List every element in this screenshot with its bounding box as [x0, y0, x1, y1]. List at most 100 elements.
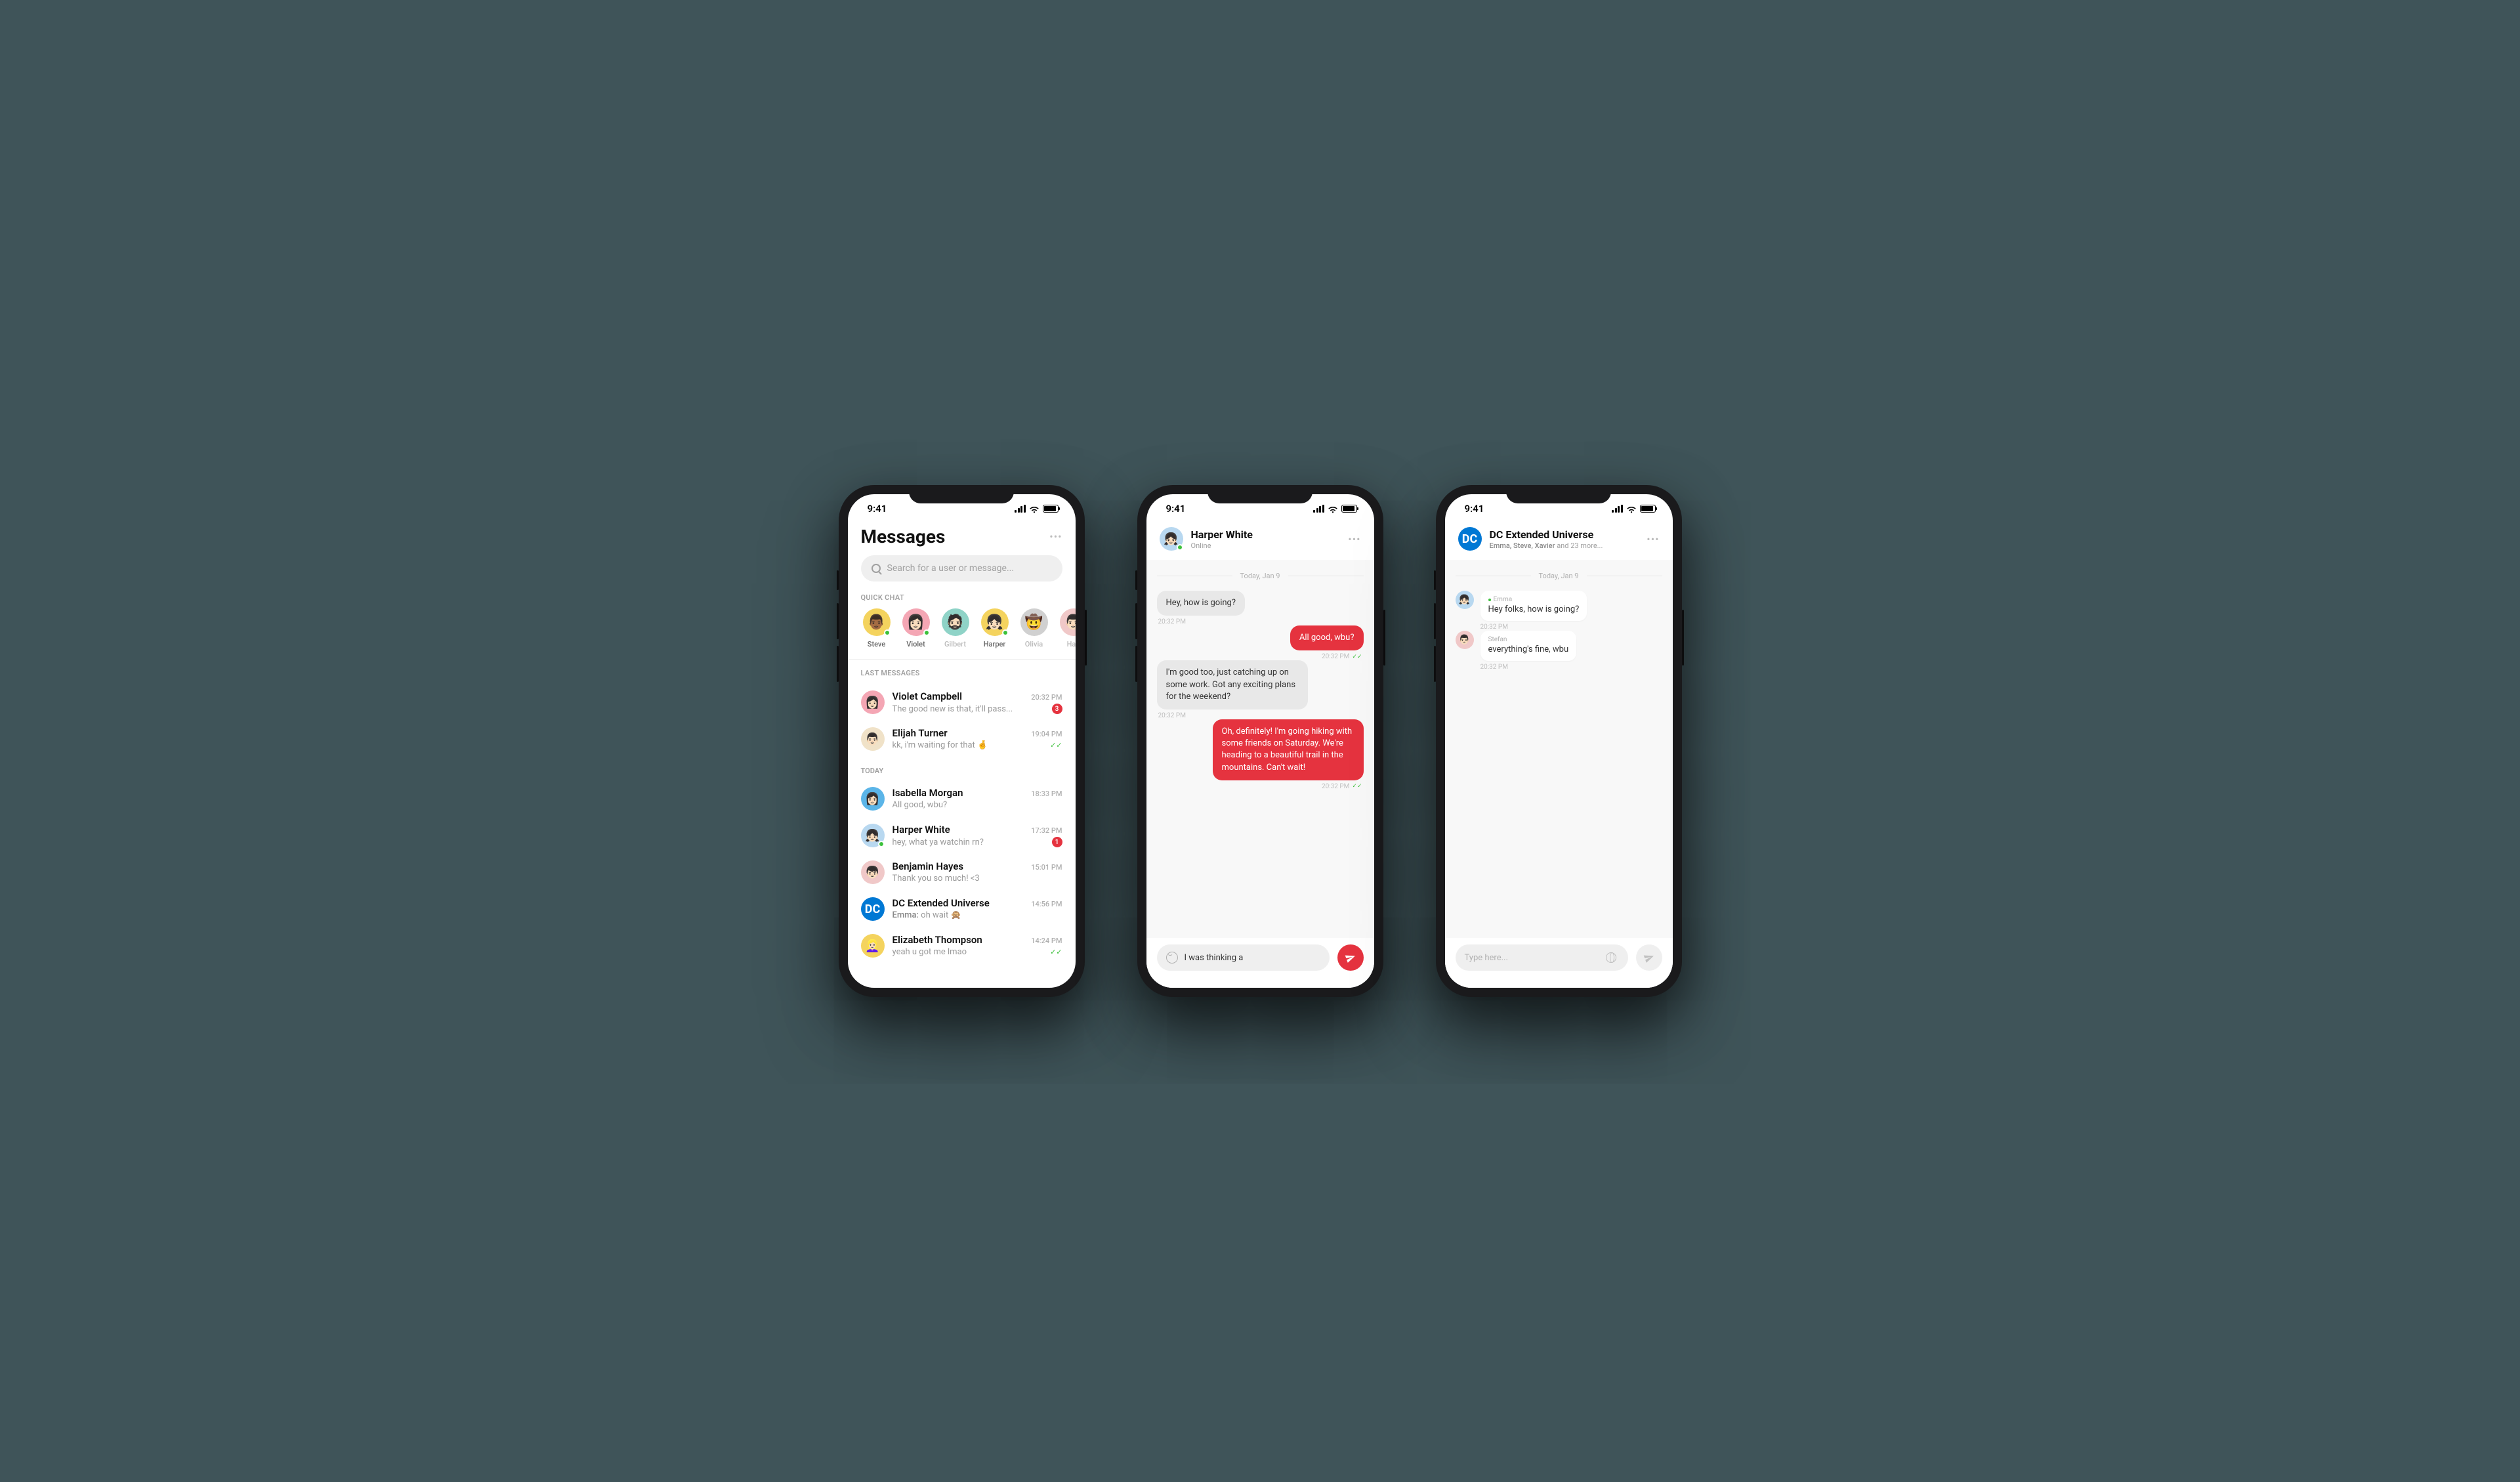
wifi-icon [1626, 505, 1637, 513]
emoji-icon[interactable] [1166, 952, 1178, 963]
presence-indicator [878, 841, 885, 847]
avatar: 👧🏻 [1456, 591, 1474, 609]
divider [848, 659, 1076, 660]
conversation-time: 20:32 PM [1031, 693, 1062, 702]
conversation-preview: kk, i'm waiting for that 🤞 [892, 740, 988, 750]
presence-indicator [923, 629, 930, 636]
quick-chat-item[interactable]: 👧🏻 Harper [979, 608, 1011, 648]
read-checkmark-icon: ✓✓ [1352, 783, 1362, 790]
status-time: 9:41 [1166, 503, 1186, 515]
group-message-row: 👧🏻 Emma Hey folks, how is going? 20:32 P… [1456, 591, 1662, 631]
signal-icon [1015, 505, 1026, 513]
conversation-row[interactable]: 👧🏻 Harper White17:32 PM hey, what ya wat… [848, 817, 1076, 854]
read-checkmark-icon: ✓✓ [1050, 948, 1062, 956]
message-input[interactable]: I was thinking a [1157, 944, 1330, 971]
input-bar: Type here... [1445, 938, 1673, 988]
chat-title: DC Extended Universe [1490, 528, 1639, 541]
search-input[interactable]: Search for a user or message... [861, 555, 1062, 582]
message-bubble[interactable]: Stefan everything's fine, wbu [1480, 631, 1577, 661]
message-time: 20:32 PM [1157, 618, 1187, 625]
message-row: I'm good too, just catching up on some w… [1157, 660, 1364, 719]
quick-chat-item[interactable]: 👨🏾 Steve [861, 608, 892, 648]
phone-chat-group: 9:41 DC DC Extended Universe Emma, Steve… [1436, 485, 1682, 997]
message-time: 20:32 PM [1456, 624, 1662, 631]
chat-header[interactable]: 👧🏻 Harper White Online ••• [1146, 523, 1374, 560]
conversation-time: 14:56 PM [1031, 900, 1062, 908]
group-message-row: 👨🏻 Stefan everything's fine, wbu 20:32 P… [1456, 631, 1662, 671]
avatar: 👱🏻‍♀️ [861, 934, 885, 958]
search-placeholder: Search for a user or message... [887, 563, 1015, 574]
avatar: 👩🏻 [861, 787, 885, 811]
conversation-preview: The good new is that, it'll pass... [892, 704, 1013, 714]
section-quick-chat: QUICK CHAT [848, 593, 1076, 608]
chat-header[interactable]: DC DC Extended Universe Emma, Steve, Xav… [1445, 523, 1673, 560]
chat-body[interactable]: Today, Jan 9 👧🏻 Emma Hey folks, how is g… [1445, 560, 1673, 938]
message-text: Hey folks, how is going? [1488, 604, 1580, 614]
search-icon [872, 564, 881, 573]
more-button[interactable]: ••• [1348, 533, 1360, 545]
presence-indicator [1002, 629, 1009, 636]
unread-badge: 3 [1052, 704, 1062, 714]
quick-chat-row[interactable]: 👨🏾 Steve 👩🏻 Violet 🧔🏻 Gilbert 👧🏻 [848, 608, 1076, 659]
message-bubble[interactable]: I'm good too, just catching up on some w… [1157, 660, 1308, 709]
message-row: Hey, how is going? 20:32 PM [1157, 591, 1364, 625]
more-button[interactable]: ••• [1049, 530, 1062, 543]
conversation-name: DC Extended Universe [892, 897, 990, 909]
section-today: TODAY [848, 757, 1076, 780]
signal-icon [1612, 505, 1623, 513]
conversation-row[interactable]: 👩🏻 Violet Campbell20:32 PM The good new … [848, 684, 1076, 721]
quick-chat-item[interactable]: 👨🏻 Han [1058, 608, 1076, 648]
conversation-time: 19:04 PM [1031, 730, 1062, 738]
phone-messages-list: 9:41 Messages ••• Search for a user or m… [839, 485, 1085, 997]
avatar: 🤠 [1020, 608, 1048, 636]
more-button[interactable]: ••• [1647, 533, 1659, 545]
chat-body[interactable]: Today, Jan 9 Hey, how is going? 20:32 PM… [1146, 560, 1374, 938]
quick-chat-item[interactable]: 🧔🏻 Gilbert [940, 608, 971, 648]
status-time: 9:41 [868, 503, 887, 515]
battery-icon [1640, 505, 1656, 513]
conversation-row[interactable]: 👱🏻‍♀️ Elizabeth Thompson14:24 PM yeah u … [848, 927, 1076, 964]
conversation-preview: Emma: oh wait 🙊 [892, 910, 961, 920]
message-time: 20:32 PM ✓✓ [1320, 783, 1364, 790]
group-avatar: DC [1458, 527, 1482, 551]
message-bubble[interactable]: Emma Hey folks, how is going? [1480, 591, 1587, 621]
conversation-name: Harper White [892, 824, 950, 836]
message-row: Oh, definitely! I'm going hiking with so… [1157, 719, 1364, 790]
avatar: 👨🏻 [1060, 608, 1076, 636]
quick-chat-name: Violet [906, 640, 925, 648]
conversation-name: Violet Campbell [892, 690, 963, 702]
message-sender: Stefan [1488, 636, 1569, 643]
conversation-time: 15:01 PM [1031, 863, 1062, 872]
battery-icon [1341, 505, 1357, 513]
chat-subtitle: Emma, Steve, Xavier and 23 more... [1490, 541, 1639, 550]
message-time: 20:32 PM [1456, 664, 1662, 671]
quick-chat-item[interactable]: 🤠 Olivia [1018, 608, 1050, 648]
conversation-row[interactable]: 👩🏻 Isabella Morgan18:33 PM All good, wbu… [848, 780, 1076, 817]
quick-chat-name: Steve [868, 640, 885, 648]
message-time: 20:32 PM [1157, 712, 1187, 719]
send-button[interactable] [1337, 944, 1364, 971]
conversation-row[interactable]: 👨🏻 Elijah Turner19:04 PM kk, i'm waiting… [848, 721, 1076, 757]
conversation-time: 17:32 PM [1031, 826, 1062, 835]
conversation-row[interactable]: 👦🏻 Benjamin Hayes15:01 PM Thank you so m… [848, 854, 1076, 891]
avatar: 👦🏻 [861, 860, 885, 884]
chat-title: Harper White [1191, 528, 1341, 541]
battery-icon [1043, 505, 1059, 513]
conversation-preview: hey, what ya watchin rn? [892, 837, 984, 847]
avatar: DC [861, 897, 885, 921]
quick-chat-item[interactable]: 👩🏻 Violet [900, 608, 932, 648]
quick-chat-name: Gilbert [944, 640, 966, 648]
quick-chat-name: Harper [984, 640, 1006, 648]
message-bubble[interactable]: Oh, definitely! I'm going hiking with so… [1213, 719, 1364, 780]
conversation-row[interactable]: DC DC Extended Universe 14:56 PM Emma: oh… [848, 891, 1076, 927]
message-text: everything's fine, wbu [1488, 645, 1569, 654]
message-input[interactable]: Type here... [1456, 944, 1628, 971]
message-bubble[interactable]: All good, wbu? [1290, 625, 1364, 650]
unread-badge: 1 [1052, 837, 1062, 847]
message-bubble[interactable]: Hey, how is going? [1157, 591, 1246, 616]
message-time: 20:32 PM ✓✓ [1320, 653, 1364, 660]
status-time: 9:41 [1465, 503, 1484, 515]
globe-icon[interactable] [1606, 952, 1616, 963]
send-button[interactable] [1636, 944, 1662, 971]
signal-icon [1313, 505, 1324, 513]
